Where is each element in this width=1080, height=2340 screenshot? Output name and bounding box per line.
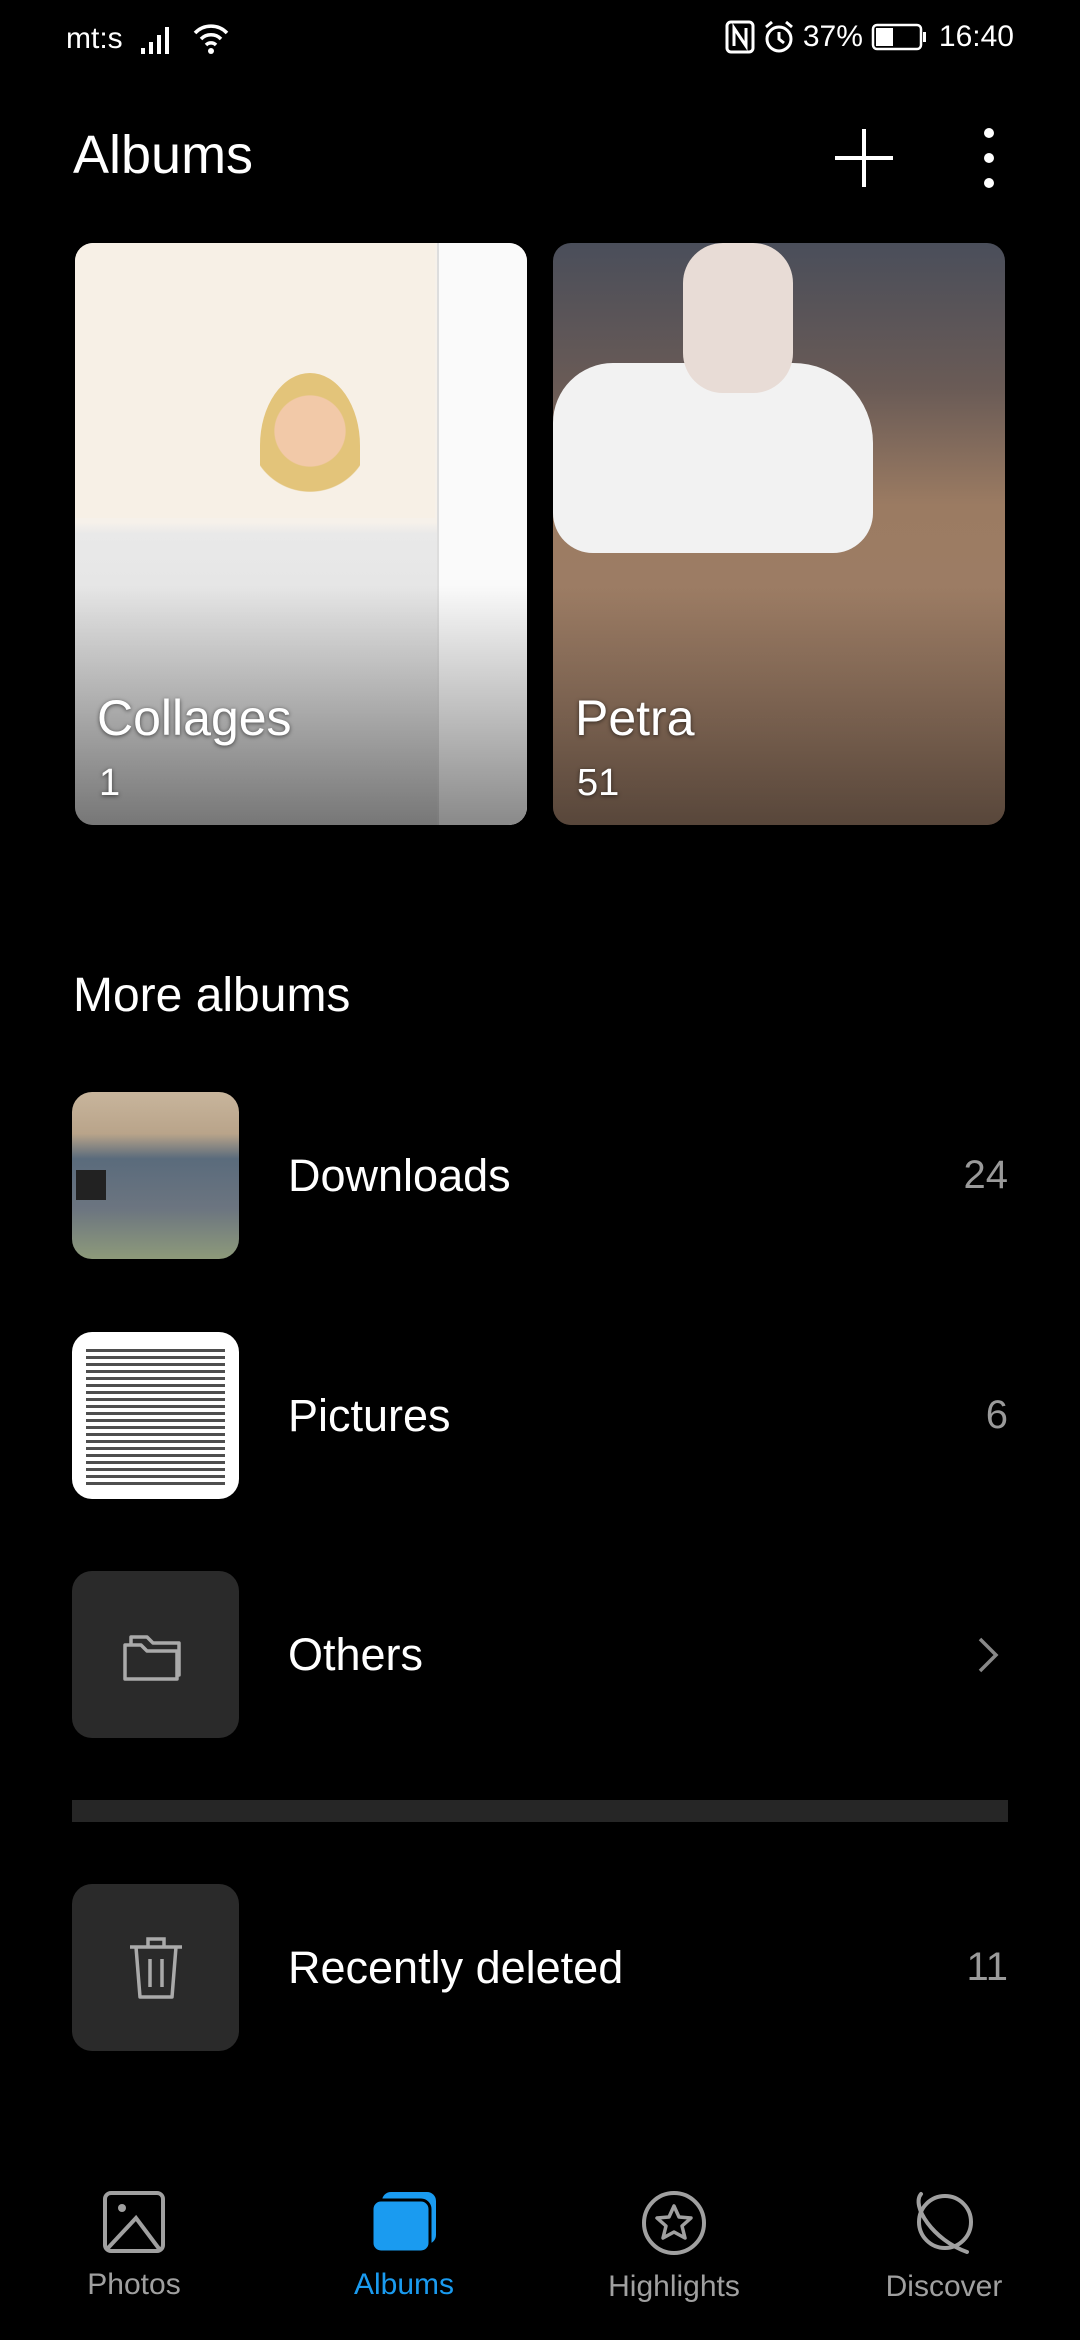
album-cover xyxy=(75,243,435,518)
album-card-collages[interactable]: Collages 1 xyxy=(75,243,527,825)
album-name: Petra xyxy=(575,690,695,746)
star-circle-icon xyxy=(642,2191,706,2255)
album-count: 6 xyxy=(985,1393,1008,1437)
album-count: 1 xyxy=(99,762,121,804)
status-left: mt:s xyxy=(66,22,229,56)
albums-icon xyxy=(370,2192,436,2254)
more-options-button[interactable] xyxy=(949,118,1029,198)
wifi-icon xyxy=(193,24,228,54)
nav-label: Highlights xyxy=(608,2270,740,2303)
more-vertical-icon xyxy=(984,128,994,188)
album-count: 24 xyxy=(963,1153,1009,1197)
cover-child xyxy=(683,243,793,393)
chevron-right-icon xyxy=(978,1637,999,1672)
album-count: 11 xyxy=(966,1945,1008,1989)
app-badge-icon xyxy=(76,1170,106,1200)
album-label: Pictures xyxy=(288,1389,451,1441)
nav-label: Photos xyxy=(87,2268,181,2301)
album-label: Others xyxy=(288,1628,424,1680)
album-thumbnail xyxy=(72,1571,239,1738)
nav-label: Discover xyxy=(885,2270,1003,2303)
planet-icon xyxy=(916,2192,973,2254)
nav-photos[interactable]: Photos xyxy=(34,2190,234,2302)
plus-icon xyxy=(835,129,893,187)
document-scan xyxy=(86,1346,225,1485)
battery-icon xyxy=(871,23,926,51)
album-card-petra[interactable]: Petra 51 xyxy=(553,243,1005,825)
album-row-others[interactable]: Others xyxy=(72,1571,1008,1738)
album-thumbnail xyxy=(72,1884,239,2051)
nav-highlights[interactable]: Highlights xyxy=(574,2190,774,2304)
nav-discover[interactable]: Discover xyxy=(844,2190,1044,2304)
signal-icon xyxy=(140,27,169,54)
album-row-pictures[interactable]: Pictures 6 xyxy=(72,1332,1008,1499)
album-row-recently-deleted[interactable]: Recently deleted 11 xyxy=(72,1884,1008,2051)
nfc-icon xyxy=(725,20,755,54)
clock: 16:40 xyxy=(938,20,1014,53)
album-label: Recently deleted xyxy=(288,1941,624,1993)
status-right: 37% 16:40 xyxy=(725,20,1014,54)
folder-icon xyxy=(122,1634,181,1681)
album-label: Downloads xyxy=(288,1149,511,1201)
status-bar: mt:s 37% 16:40 xyxy=(0,0,1080,80)
more-albums-heading: More albums xyxy=(73,969,351,1022)
page-title: Albums xyxy=(73,125,254,185)
add-album-button[interactable] xyxy=(824,118,904,198)
cover-portrait xyxy=(260,373,360,518)
album-thumbnail xyxy=(72,1332,239,1499)
alarm-icon xyxy=(764,20,793,53)
image-icon xyxy=(103,2191,165,2253)
album-count: 51 xyxy=(577,762,620,804)
album-thumbnail xyxy=(72,1092,239,1259)
album-name: Collages xyxy=(97,690,292,746)
trash-icon xyxy=(129,1936,182,1999)
carrier-label: mt:s xyxy=(66,22,123,55)
nav-albums[interactable]: Albums xyxy=(304,2190,504,2302)
album-row-downloads[interactable]: Downloads 24 xyxy=(72,1092,1008,1259)
nav-label: Albums xyxy=(353,2268,455,2301)
section-divider xyxy=(72,1800,1008,1822)
battery-percent: 37% xyxy=(802,20,863,53)
